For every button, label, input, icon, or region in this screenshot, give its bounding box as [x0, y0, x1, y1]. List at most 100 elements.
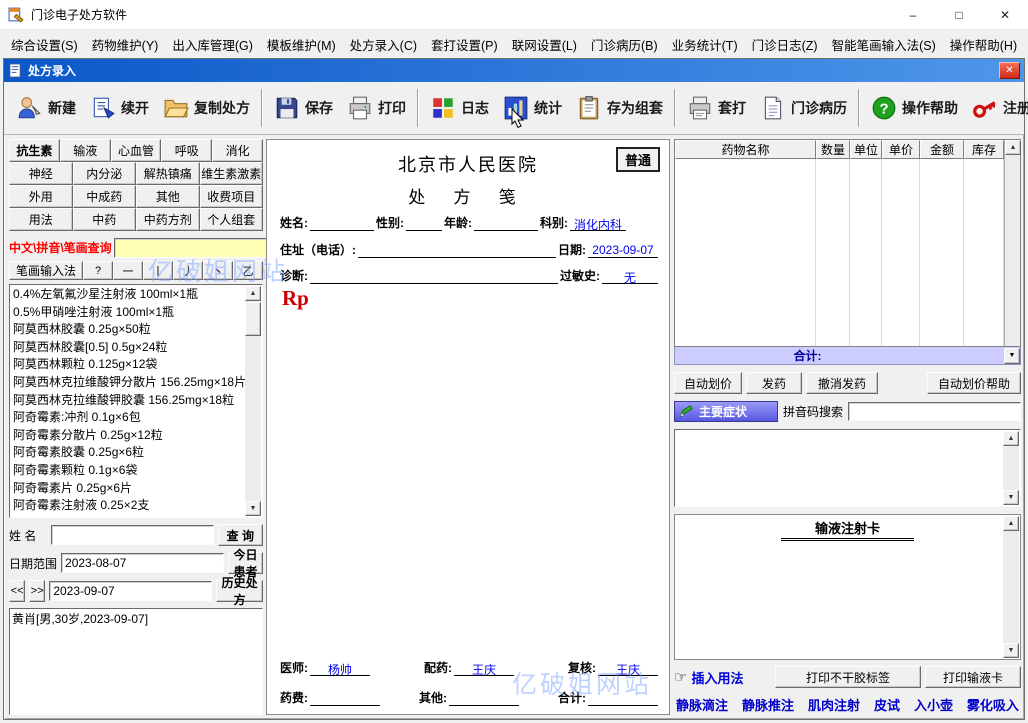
date-from-input[interactable]	[61, 553, 224, 573]
today-patients-button[interactable]: 今日患者	[228, 552, 263, 574]
fee-blank[interactable]	[310, 691, 380, 706]
rx-age-blank[interactable]	[474, 216, 538, 231]
cat-personal-set[interactable]: 个人组套	[200, 208, 264, 231]
symptom-note-area[interactable]	[674, 429, 1021, 507]
usage-link[interactable]: 皮试	[874, 695, 900, 714]
note-scrollbar[interactable]	[1003, 431, 1019, 505]
pinyin-search-input[interactable]	[848, 402, 1021, 421]
rx-allergy-value[interactable]: 无	[602, 269, 658, 284]
cat-chinese-patent[interactable]: 中成药	[73, 185, 137, 208]
drug-list-item[interactable]: 阿奇霉素胶囊 0.25g×6粒	[11, 444, 245, 462]
menu-item[interactable]: 门诊病历(B)	[584, 31, 665, 58]
undo-dispense-button[interactable]: 撤消发药	[806, 372, 878, 394]
menu-item[interactable]: 业务统计(T)	[665, 31, 745, 58]
dispenser-value[interactable]: 王庆	[454, 661, 514, 676]
col-price[interactable]: 单价	[882, 140, 920, 159]
col-unit[interactable]: 单位	[850, 140, 882, 159]
cat-cardiovascular[interactable]: 心血管	[111, 139, 162, 162]
drug-list-item[interactable]: 0.4%左氧氟沙星注射液 100ml×1瓶	[11, 286, 245, 304]
cat-antipyretic[interactable]: 解热镇痛	[136, 162, 200, 185]
patient-name-input[interactable]	[51, 525, 214, 545]
save-button[interactable]: 保存	[267, 90, 340, 126]
stroke-key-button[interactable]: 乙	[233, 261, 263, 280]
menu-item[interactable]: 处方录入(C)	[343, 31, 424, 58]
drug-list-item[interactable]: 阿莫西林胶囊[0.5] 0.5g×24粒	[11, 339, 245, 357]
cat-respiratory[interactable]: 呼吸	[161, 139, 212, 162]
col-quantity[interactable]: 数量	[816, 140, 850, 159]
cat-usage[interactable]: 用法	[9, 208, 73, 231]
scroll-up-icon[interactable]	[1003, 431, 1019, 446]
help-button[interactable]: ? 操作帮助	[864, 90, 965, 126]
drug-list-item[interactable]: 阿奇霉素片 0.25g×6片	[11, 480, 245, 498]
log-button[interactable]: 日志	[423, 90, 496, 126]
cat-other[interactable]: 其他	[136, 185, 200, 208]
stroke-key-button[interactable]: ?	[83, 261, 113, 280]
cat-digestive[interactable]: 消化	[212, 139, 263, 162]
overlay-print-button[interactable]: 套打	[680, 90, 753, 126]
other-blank[interactable]	[449, 691, 519, 706]
drug-list-scrollbar[interactable]	[245, 286, 261, 516]
patient-list-item[interactable]: 黄肖[男,30岁,2023-09-07]	[12, 611, 260, 628]
usage-link[interactable]: 静脉滴注	[676, 695, 728, 714]
stroke-key-button[interactable]: 丿	[173, 261, 203, 280]
cat-chinese-herb[interactable]: 中药	[73, 208, 137, 231]
usage-link[interactable]: 肌肉注射	[808, 695, 860, 714]
drug-list-item[interactable]: 0.5%甲硝唑注射液 100ml×1瓶	[11, 304, 245, 322]
usage-link[interactable]: 静脉推注	[742, 695, 794, 714]
scroll-up-icon[interactable]	[1005, 140, 1021, 155]
query-button[interactable]: 查 询	[218, 524, 263, 546]
drug-list-item[interactable]: 阿奇霉素颗粒 0.1g×6袋	[11, 462, 245, 480]
stroke-key-button[interactable]: 丨	[143, 261, 173, 280]
main-symptoms-button[interactable]: 主要症状	[674, 401, 778, 422]
insert-usage-link[interactable]: 插入用法	[691, 668, 743, 687]
stroke-key-button[interactable]: 丶	[203, 261, 233, 280]
print-sticker-button[interactable]: 打印不干胶标签	[775, 666, 921, 688]
col-amount[interactable]: 金额	[920, 140, 964, 159]
print-button[interactable]: 打印	[340, 90, 413, 126]
menu-item[interactable]: 综合设置(S)	[4, 31, 85, 58]
cat-external[interactable]: 外用	[9, 185, 73, 208]
cat-vitamin-hormone[interactable]: 维生素激素	[200, 162, 264, 185]
stroke-query-input[interactable]	[114, 238, 277, 258]
close-button[interactable]: ✕	[982, 0, 1028, 30]
copy-rx-button[interactable]: 复制处方	[156, 90, 257, 126]
scroll-down-icon[interactable]	[245, 501, 261, 516]
menu-item[interactable]: 模板维护(M)	[260, 31, 343, 58]
auto-price-help-button[interactable]: 自动划价帮助	[927, 372, 1021, 394]
col-drug-name[interactable]: 药物名称	[675, 140, 816, 159]
save-set-button[interactable]: 存为组套	[569, 90, 670, 126]
dispense-button[interactable]: 发药	[746, 372, 802, 394]
cat-nerve[interactable]: 神经	[9, 162, 73, 185]
drug-list-item[interactable]: 阿奇霉素分散片 0.25g×12粒	[11, 427, 245, 445]
auto-price-button[interactable]: 自动划价	[674, 372, 742, 394]
date-to-input[interactable]	[49, 581, 212, 601]
drug-list-item[interactable]: 阿奇霉素:冲剂 0.1g×6包	[11, 409, 245, 427]
scroll-down-icon[interactable]	[1004, 348, 1020, 364]
cat-endocrine[interactable]: 内分泌	[73, 162, 137, 185]
drug-list-item[interactable]: 阿莫西林克拉维酸钾胶囊 156.25mg×18粒	[11, 392, 245, 410]
medical-record-button[interactable]: 门诊病历	[753, 90, 854, 126]
usage-link[interactable]: 入小壶	[914, 695, 953, 714]
scroll-up-icon[interactable]	[245, 286, 261, 301]
menu-item[interactable]: 门诊日志(Z)	[745, 31, 825, 58]
minimize-button[interactable]: –	[890, 0, 936, 30]
menu-item[interactable]: 操作帮助(H)	[943, 31, 1024, 58]
stroke-key-button[interactable]: 一	[113, 261, 143, 280]
injection-card-scrollbar[interactable]	[1003, 516, 1019, 658]
order-table-scrollbar[interactable]	[1004, 140, 1020, 346]
cat-charge-items[interactable]: 收费项目	[200, 185, 264, 208]
maximize-button[interactable]: □	[936, 0, 982, 30]
doctor-value[interactable]: 杨帅	[310, 661, 370, 676]
rx-name-blank[interactable]	[310, 216, 374, 231]
scroll-down-icon[interactable]	[1003, 643, 1019, 658]
menu-item[interactable]: 智能笔画输入法(S)	[825, 31, 943, 58]
rx-sex-blank[interactable]	[406, 216, 442, 231]
next-button[interactable]: >>	[29, 580, 45, 602]
drug-list-item[interactable]: 阿莫西林颗粒 0.125g×12袋	[11, 356, 245, 374]
rx-total-blank[interactable]	[588, 691, 658, 706]
menu-item[interactable]: 套打设置(P)	[424, 31, 505, 58]
col-stock[interactable]: 库存	[964, 140, 1004, 159]
drug-list-item[interactable]: 阿奇霉素注射液 0.25×2支	[11, 497, 245, 515]
register-button[interactable]: 注册	[965, 90, 1028, 126]
rx-dept-value[interactable]: 消化内科	[570, 216, 626, 231]
